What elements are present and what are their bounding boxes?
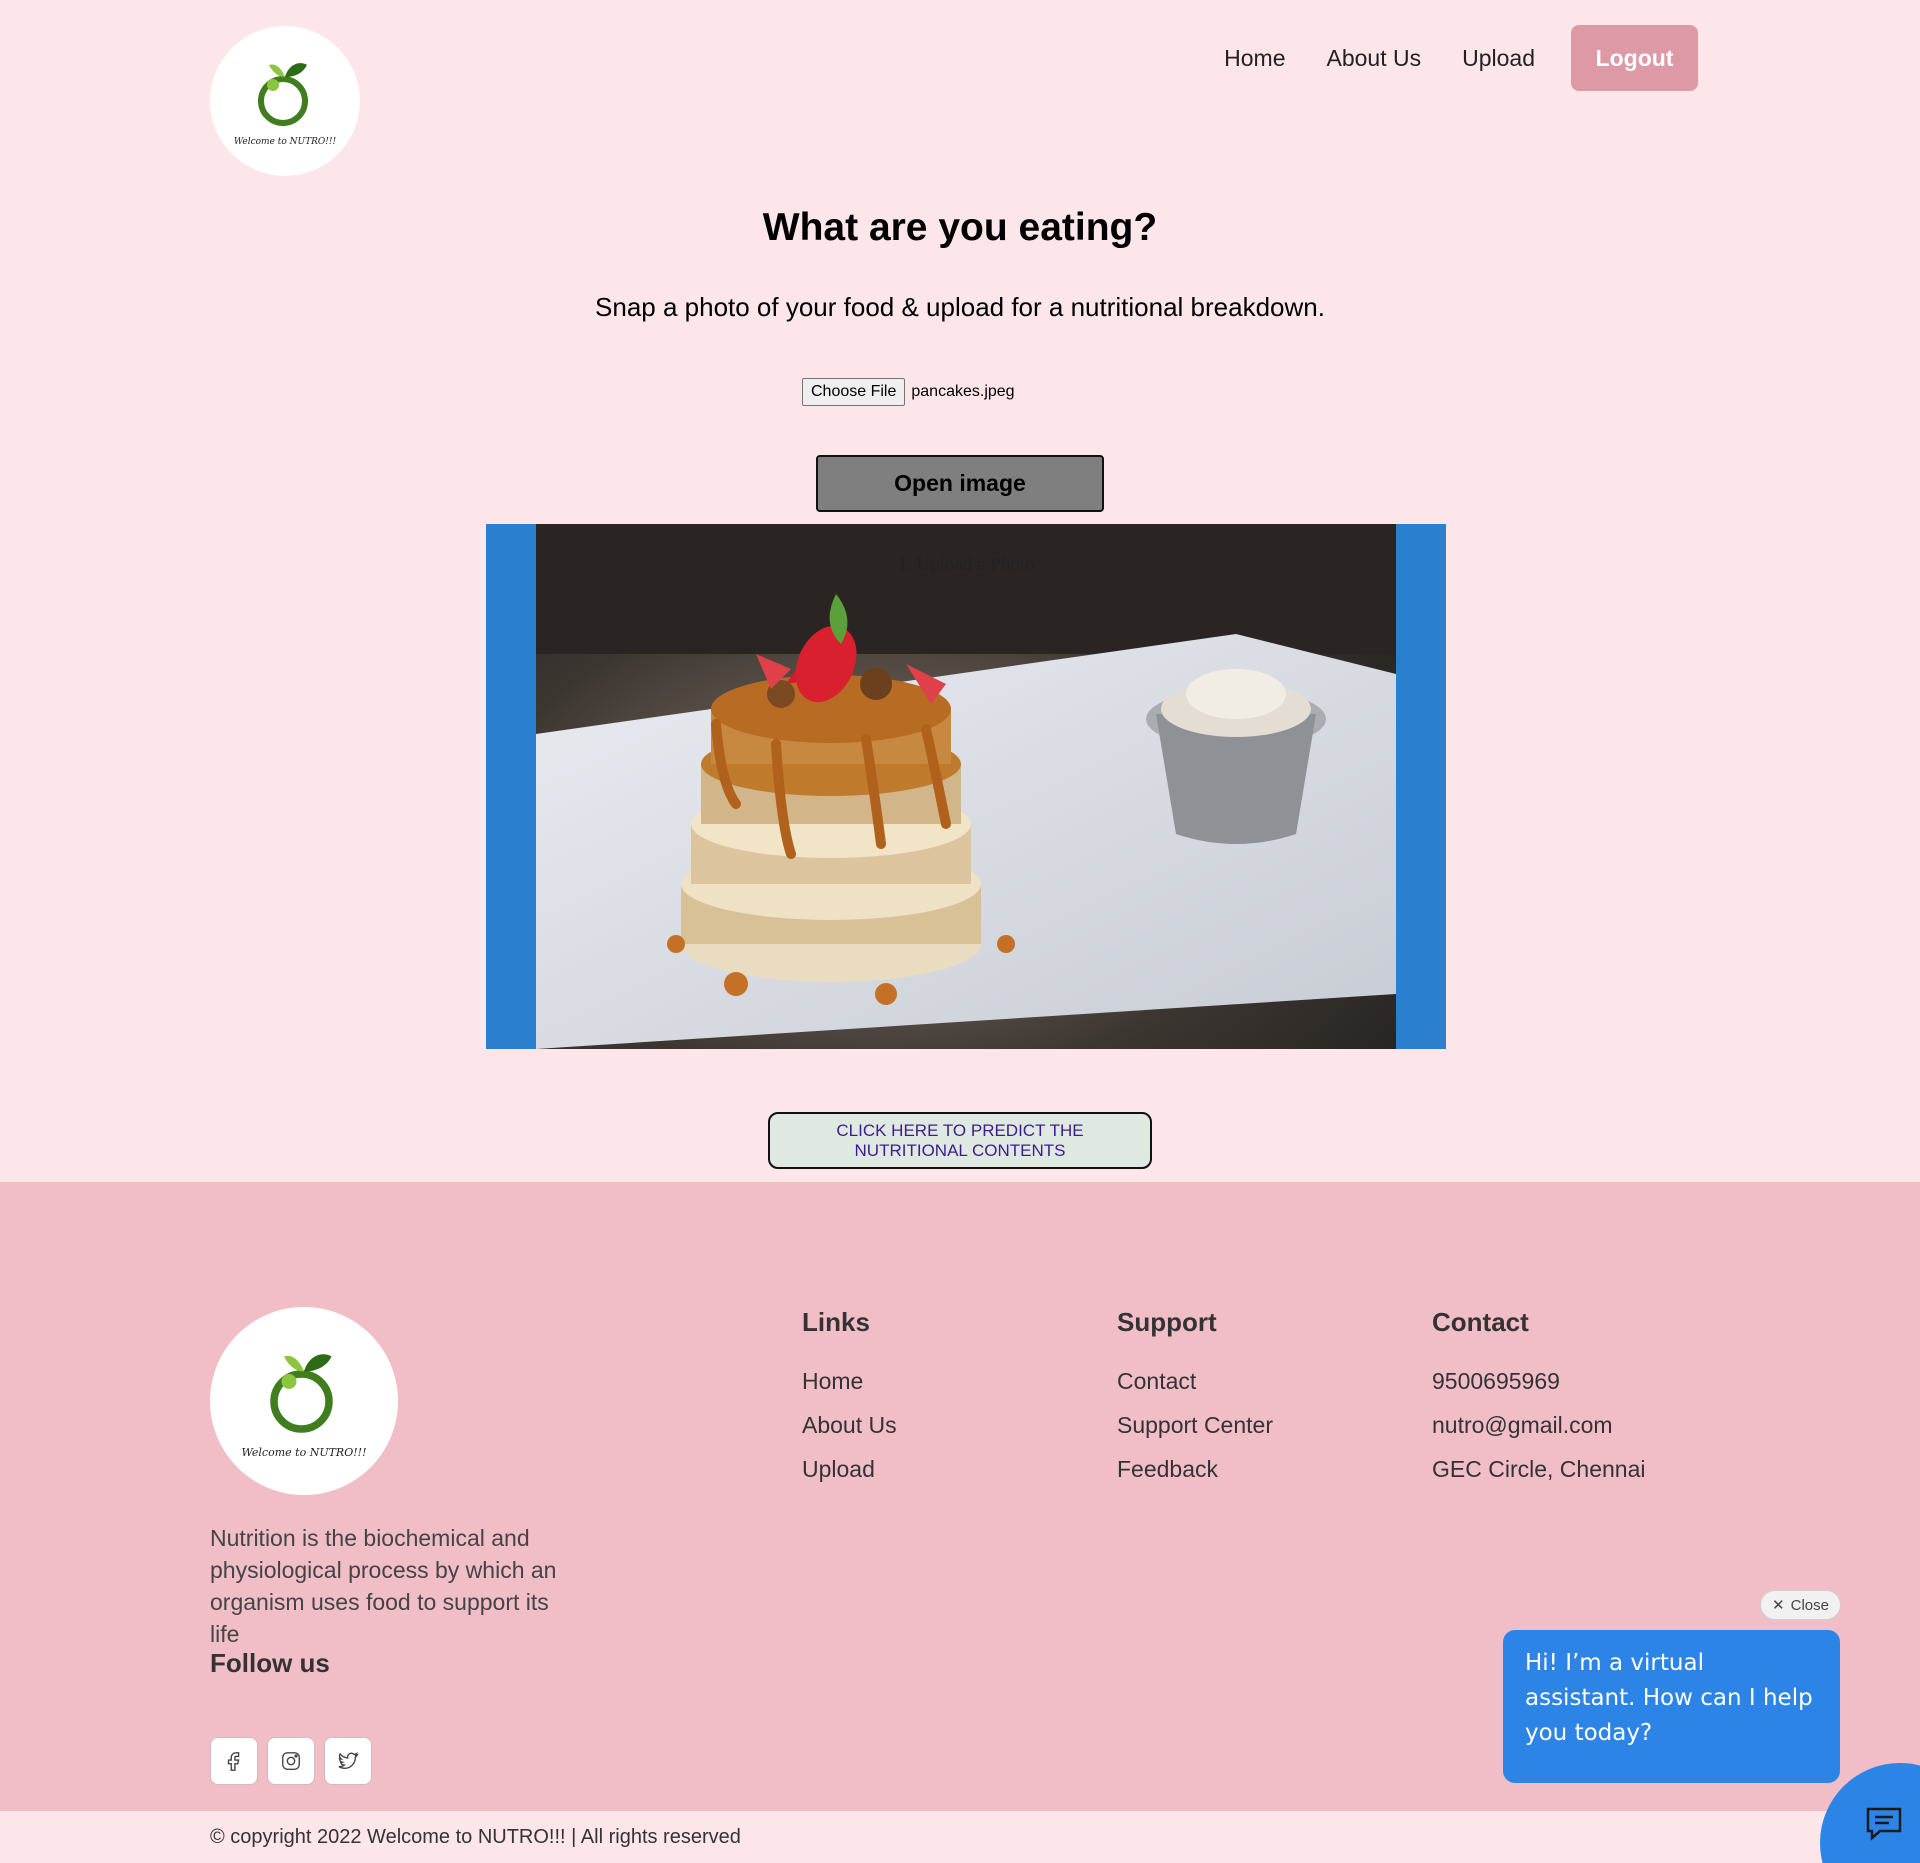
chat-icon bbox=[1866, 1807, 1902, 1841]
footer-links-column: Links Home About Us Upload bbox=[802, 1307, 897, 1500]
contact-phone[interactable]: 9500695969 bbox=[1432, 1368, 1645, 1395]
footer-link-home[interactable]: Home bbox=[802, 1368, 897, 1395]
contact-email[interactable]: nutro@gmail.com bbox=[1432, 1412, 1645, 1439]
predict-nutrition-button[interactable]: CLICK HERE TO PREDICT THE NUTRITIONAL CO… bbox=[768, 1112, 1152, 1169]
footer-contact-column: Contact 9500695969 nutro@gmail.com GEC C… bbox=[1432, 1307, 1645, 1500]
food-photo: 1. Upload a Photo bbox=[536, 524, 1396, 1049]
photo-caption: 1. Upload a Photo bbox=[897, 554, 1035, 575]
pancakes-illustration bbox=[536, 524, 1396, 1049]
logo-text: Welcome to NUTRO!!! bbox=[233, 137, 337, 147]
close-icon: ✕ bbox=[1772, 1597, 1785, 1614]
footer-link-upload[interactable]: Upload bbox=[802, 1456, 897, 1483]
page-title: What are you eating? bbox=[762, 206, 1158, 249]
choose-file-button[interactable]: Choose File bbox=[802, 378, 906, 406]
logo-leaf-icon bbox=[258, 63, 308, 126]
footer-link-contact[interactable]: Contact bbox=[1117, 1368, 1273, 1395]
footer-link-support-center[interactable]: Support Center bbox=[1117, 1412, 1273, 1439]
footer-logo-text: Welcome to NUTRO!!! bbox=[241, 1445, 367, 1459]
nav-home[interactable]: Home bbox=[1224, 45, 1285, 72]
main-nav: Home About Us Upload Logout bbox=[1183, 25, 1698, 91]
footer-support-column: Support Contact Support Center Feedback bbox=[1117, 1307, 1273, 1500]
file-input: Choose File pancakes.jpeg bbox=[802, 378, 1015, 406]
footer-support-heading: Support bbox=[1117, 1307, 1217, 1337]
instagram-icon bbox=[282, 1752, 300, 1770]
site-header: Welcome to NUTRO!!! Home About Us Upload… bbox=[0, 0, 1920, 190]
twitter-icon bbox=[338, 1752, 359, 1770]
chat-close-label: Close bbox=[1790, 1596, 1829, 1614]
logo-leaf-icon bbox=[270, 1353, 333, 1433]
instagram-link[interactable] bbox=[267, 1737, 315, 1785]
social-links bbox=[210, 1737, 381, 1785]
image-preview-frame: 1. Upload a Photo bbox=[486, 524, 1446, 1049]
chat-close-button[interactable]: ✕ Close bbox=[1760, 1590, 1841, 1620]
footer-logo: Welcome to NUTRO!!! bbox=[210, 1307, 398, 1495]
open-image-button[interactable]: Open image bbox=[816, 455, 1104, 512]
footer-links-heading: Links bbox=[802, 1307, 870, 1337]
nav-upload[interactable]: Upload bbox=[1462, 45, 1535, 72]
footer-contact-heading: Contact bbox=[1432, 1307, 1529, 1337]
contact-address: GEC Circle, Chennai bbox=[1432, 1456, 1646, 1482]
facebook-icon bbox=[227, 1752, 240, 1771]
copyright-bar: © copyright 2022 Welcome to NUTRO!!! | A… bbox=[0, 1811, 1920, 1863]
follow-us-heading: Follow us bbox=[210, 1648, 330, 1678]
site-logo[interactable]: Welcome to NUTRO!!! bbox=[210, 26, 360, 176]
logout-button[interactable]: Logout bbox=[1571, 25, 1698, 91]
twitter-link[interactable] bbox=[324, 1737, 372, 1785]
footer-description: Nutrition is the biochemical and physiol… bbox=[210, 1525, 557, 1647]
footer-link-feedback[interactable]: Feedback bbox=[1117, 1456, 1273, 1483]
copyright-text: © copyright 2022 Welcome to NUTRO!!! | A… bbox=[210, 1826, 741, 1848]
chat-greeting-bubble[interactable]: Hi! I’m a virtual assistant. How can I h… bbox=[1503, 1630, 1840, 1783]
facebook-link[interactable] bbox=[210, 1737, 258, 1785]
selected-file-name: pancakes.jpeg bbox=[911, 383, 1015, 400]
page-subtitle: Snap a photo of your food & upload for a… bbox=[595, 292, 1325, 322]
nav-about-us[interactable]: About Us bbox=[1327, 45, 1422, 72]
footer-link-about-us[interactable]: About Us bbox=[802, 1412, 897, 1439]
